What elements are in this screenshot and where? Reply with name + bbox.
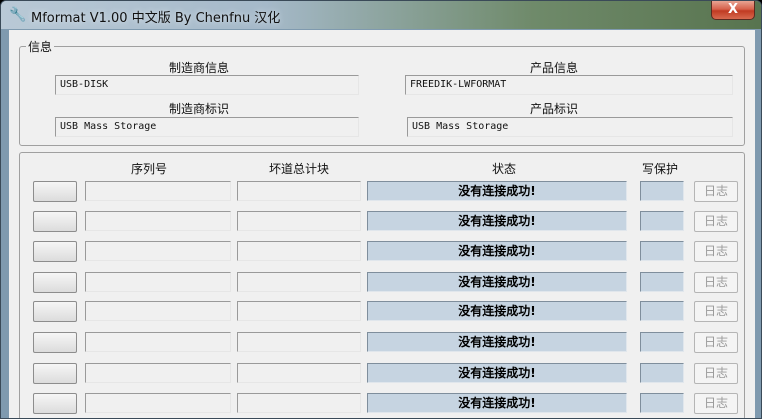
write-protect-cell [640, 393, 684, 413]
bad-blocks-cell [237, 363, 361, 383]
vendor-id-field[interactable]: USB Mass Storage [55, 117, 359, 137]
bad-blocks-cell [237, 272, 361, 292]
write-protect-cell [640, 332, 684, 352]
log-button[interactable]: 日志 [694, 272, 738, 293]
log-button[interactable]: 日志 [694, 393, 738, 414]
bad-blocks-cell [237, 332, 361, 352]
serial-cell [85, 181, 231, 201]
bad-blocks-header: 坏道总计块 [268, 162, 329, 176]
port-button[interactable] [33, 181, 77, 202]
title-bar[interactable]: 🔧 Mformat V1.00 中文版 By Chenfnu 汉化 X [1, 1, 761, 29]
write-protect-cell [640, 241, 684, 261]
status-cell: 没有连接成功! [367, 332, 627, 352]
status-cell: 没有连接成功! [367, 272, 627, 292]
status-cell: 没有连接成功! [367, 211, 627, 231]
serial-cell [85, 241, 231, 261]
port-button[interactable] [33, 241, 77, 262]
serial-cell [85, 332, 231, 352]
bad-blocks-cell [237, 241, 361, 261]
log-button[interactable]: 日志 [694, 332, 738, 353]
port-button[interactable] [33, 301, 77, 322]
vendor-info-label: 制造商信息 [168, 61, 229, 75]
product-id-field[interactable]: USB Mass Storage [407, 117, 733, 137]
product-info-label: 产品信息 [529, 61, 578, 75]
status-cell: 没有连接成功! [367, 393, 627, 413]
info-group-title: 信息 [26, 38, 55, 55]
port-button[interactable] [33, 393, 77, 414]
log-button[interactable]: 日志 [694, 241, 738, 262]
write-protect-cell [640, 363, 684, 383]
wrench-icon: 🔧 [9, 7, 27, 23]
write-protect-cell [640, 181, 684, 201]
bad-blocks-cell [237, 211, 361, 231]
bad-blocks-cell [237, 301, 361, 321]
write-protect-cell [640, 301, 684, 321]
client-area: 信息 制造商信息 USB-DISK 产品信息 FREEDIK-LWFORMAT … [9, 30, 755, 418]
port-button[interactable] [33, 272, 77, 293]
vendor-info-field[interactable]: USB-DISK [55, 75, 359, 95]
port-button[interactable] [33, 332, 77, 353]
serial-cell [85, 301, 231, 321]
log-button[interactable]: 日志 [694, 301, 738, 322]
log-button[interactable]: 日志 [694, 363, 738, 384]
log-button[interactable]: 日志 [694, 181, 738, 202]
write-protect-cell [640, 211, 684, 231]
window-title: Mformat V1.00 中文版 By Chenfnu 汉化 [31, 11, 281, 26]
bad-blocks-cell [237, 181, 361, 201]
port-button[interactable] [33, 363, 77, 384]
status-cell: 没有连接成功! [367, 363, 627, 383]
serial-cell [85, 211, 231, 231]
product-id-label: 产品标识 [529, 102, 578, 116]
close-button[interactable]: X [711, 1, 755, 20]
write-protect-header: 写保护 [641, 162, 678, 176]
serial-header: 序列号 [130, 162, 167, 176]
status-cell: 没有连接成功! [367, 241, 627, 261]
app-window: 🔧 Mformat V1.00 中文版 By Chenfnu 汉化 X 信息 制… [0, 0, 762, 419]
write-protect-cell [640, 272, 684, 292]
status-cell: 没有连接成功! [367, 181, 627, 201]
vendor-id-label: 制造商标识 [168, 102, 229, 116]
bad-blocks-cell [237, 393, 361, 413]
status-header: 状态 [491, 162, 516, 176]
product-info-field[interactable]: FREEDIK-LWFORMAT [405, 75, 733, 95]
port-button[interactable] [33, 211, 77, 232]
serial-cell [85, 393, 231, 413]
serial-cell [85, 363, 231, 383]
status-cell: 没有连接成功! [367, 301, 627, 321]
log-button[interactable]: 日志 [694, 211, 738, 232]
serial-cell [85, 272, 231, 292]
